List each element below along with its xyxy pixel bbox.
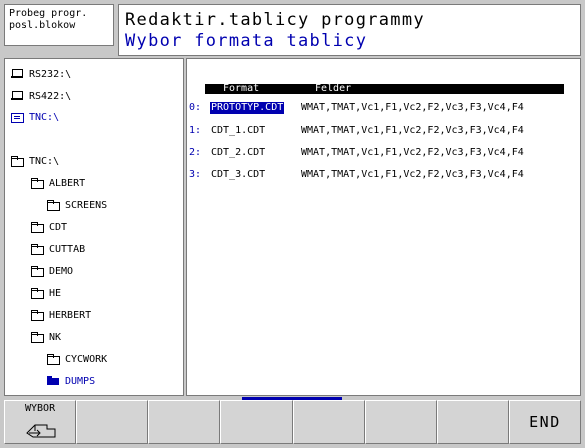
tree-item-label: CDT <box>49 221 68 233</box>
tree-item-label: NK <box>49 331 62 343</box>
select-hand-icon <box>26 424 56 438</box>
wybor-label: WYBOR <box>25 403 56 414</box>
softkey-empty-7[interactable] <box>436 400 509 444</box>
folder-open-icon <box>47 376 59 386</box>
tree-item-dumps[interactable]: DUMPS <box>47 374 95 388</box>
tree-item-label: RS422:\ <box>29 90 72 102</box>
tree-item-label: RS232:\ <box>29 68 72 80</box>
tree-item-screens[interactable]: SCREENS <box>47 198 107 212</box>
folder-icon <box>31 288 44 299</box>
page-subtitle: Wybor formata tablicy <box>125 31 368 51</box>
row-format-name: CDT_3.CDT <box>211 169 266 180</box>
folder-icon <box>31 266 44 277</box>
end-label: END <box>529 413 561 431</box>
tree-item-label: HE <box>49 287 62 299</box>
title-box: Redaktir.tablicy programmy Wybor formata… <box>118 4 581 56</box>
tree-item-herbert[interactable]: HERBERT <box>31 308 91 322</box>
tree-item-cuttab[interactable]: CUTTAB <box>31 242 85 256</box>
tree-item-demo[interactable]: DEMO <box>31 264 73 278</box>
end-button[interactable]: END <box>508 400 581 444</box>
tree-item-rs422[interactable]: RS422:\ <box>11 89 71 103</box>
folder-icon <box>47 354 60 365</box>
tree-item-label: DUMPS <box>65 375 96 387</box>
table-header: Format Felder <box>205 84 564 94</box>
tree-item-label: CUTTAB <box>49 243 86 255</box>
tree-item-albert[interactable]: ALBERT <box>31 176 85 190</box>
row-fields: WMAT,TMAT,Vc1,F1,Vc2,F2,Vc3,F3,Vc4,F4 <box>301 169 524 180</box>
row-format-name: CDT_2.CDT <box>211 147 266 158</box>
directory-tree: RS232:\ RS422:\ TNC:\ TNC:\ ALBERT SCREE… <box>4 58 184 396</box>
app-window: Probeg progr. posl.blokow Redaktir.tabli… <box>0 0 585 448</box>
folder-icon <box>11 156 24 167</box>
folder-icon <box>31 222 44 233</box>
row-index: 2: <box>189 147 202 158</box>
row-fields: WMAT,TMAT,Vc1,F1,Vc2,F2,Vc3,F3,Vc4,F4 <box>301 147 524 158</box>
softkey-empty-5[interactable] <box>292 400 365 444</box>
folder-icon <box>31 310 44 321</box>
page-title: Redaktir.tablicy programmy <box>125 10 425 30</box>
tree-item-he[interactable]: HE <box>31 286 61 300</box>
tree-item-rs232[interactable]: RS232:\ <box>11 67 71 81</box>
tree-item-label: CYCWORK <box>65 353 108 365</box>
tree-item-label: SCREENS <box>65 199 108 211</box>
tree-item-tnc-root[interactable]: TNC:\ <box>11 154 59 168</box>
tree-item-label: DEMO <box>49 265 74 277</box>
row-index: 3: <box>189 169 202 180</box>
folder-icon <box>47 200 60 211</box>
softkey-empty-4[interactable] <box>220 400 293 444</box>
column-header-format: Format <box>223 83 260 94</box>
drive-icon <box>11 69 23 79</box>
folder-icon <box>31 332 44 343</box>
row-format-name: PROTOTYP.CDT <box>210 102 285 114</box>
column-header-felder: Felder <box>315 83 352 94</box>
folder-icon <box>31 244 44 255</box>
row-fields: WMAT,TMAT,Vc1,F1,Vc2,F2,Vc3,F3,Vc4,F4 <box>301 102 524 113</box>
row-index: 1: <box>189 125 202 136</box>
tree-item-label: TNC:\ <box>29 111 60 123</box>
tnc-drive-icon <box>11 112 24 123</box>
tree-item-label: TNC:\ <box>29 155 60 167</box>
row-format-name: CDT_1.CDT <box>211 125 266 136</box>
softkey-empty-3[interactable] <box>148 400 221 444</box>
wybor-button[interactable]: WYBOR <box>4 400 77 444</box>
tree-item-cdt[interactable]: CDT <box>31 220 67 234</box>
softkey-empty-6[interactable] <box>364 400 437 444</box>
softkey-bar: WYBOR END <box>4 400 581 444</box>
tree-item-label: HERBERT <box>49 309 92 321</box>
tree-item-nk[interactable]: NK <box>31 330 61 344</box>
row-index: 0: <box>189 102 202 113</box>
folder-icon <box>31 178 44 189</box>
mode-label-line1: Probeg progr. <box>9 8 88 19</box>
softkey-empty-2[interactable] <box>76 400 149 444</box>
operating-mode-box: Probeg progr. posl.blokow <box>4 4 114 46</box>
tree-item-cycwork[interactable]: CYCWORK <box>47 352 107 366</box>
drive-icon <box>11 91 23 101</box>
row-fields: WMAT,TMAT,Vc1,F1,Vc2,F2,Vc3,F3,Vc4,F4 <box>301 125 524 136</box>
tree-item-label: ALBERT <box>49 177 86 189</box>
mode-label-line2: posl.blokow <box>9 20 76 31</box>
format-table-panel: Format Felder 0: PROTOTYP.CDT WMAT,TMAT,… <box>186 58 581 396</box>
tree-item-tnc-drive[interactable]: TNC:\ <box>11 110 59 124</box>
